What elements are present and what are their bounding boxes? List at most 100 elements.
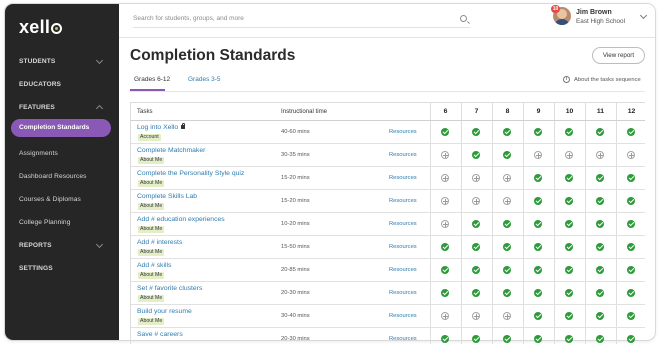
check-circle-icon[interactable]: [503, 151, 511, 159]
check-circle-icon[interactable]: [627, 266, 635, 274]
search-icon[interactable]: [460, 15, 467, 22]
check-circle-icon[interactable]: [472, 128, 480, 136]
check-circle-icon[interactable]: [565, 289, 573, 297]
check-circle-icon[interactable]: [472, 289, 480, 297]
chevron-up-icon[interactable]: [95, 104, 104, 113]
search-input[interactable]: Search for students, groups, and more: [133, 13, 470, 28]
task-link[interactable]: Complete Skills Lab: [137, 193, 197, 200]
resources-link[interactable]: Resources: [389, 244, 417, 250]
add-circle-icon[interactable]: [441, 312, 449, 320]
check-circle-icon[interactable]: [534, 174, 542, 182]
check-circle-icon[interactable]: [503, 266, 511, 274]
chevron-down-icon[interactable]: [95, 240, 104, 249]
add-circle-icon[interactable]: [503, 312, 511, 320]
xello-logo[interactable]: xell: [19, 17, 63, 38]
check-circle-icon[interactable]: [565, 243, 573, 251]
add-circle-icon[interactable]: [441, 220, 449, 228]
chevron-down-icon[interactable]: [95, 56, 104, 65]
check-circle-icon[interactable]: [534, 312, 542, 320]
resources-link[interactable]: Resources: [389, 267, 417, 273]
check-circle-icon[interactable]: [565, 128, 573, 136]
check-circle-icon[interactable]: [627, 243, 635, 251]
task-link[interactable]: Add # interests: [137, 239, 182, 246]
check-circle-icon[interactable]: [565, 197, 573, 205]
check-circle-icon[interactable]: [441, 128, 449, 136]
check-circle-icon[interactable]: [534, 128, 542, 136]
check-circle-icon[interactable]: [596, 266, 604, 274]
check-circle-icon[interactable]: [596, 128, 604, 136]
check-circle-icon[interactable]: [565, 174, 573, 182]
check-circle-icon[interactable]: [472, 220, 480, 228]
check-circle-icon[interactable]: [503, 289, 511, 297]
check-circle-icon[interactable]: [534, 243, 542, 251]
add-circle-icon[interactable]: [503, 197, 511, 205]
sidebar-item-educators[interactable]: EDUCATORS: [19, 81, 61, 88]
resources-link[interactable]: Resources: [389, 175, 417, 181]
check-circle-icon[interactable]: [565, 312, 573, 320]
resources-link[interactable]: Resources: [389, 313, 417, 319]
check-circle-icon[interactable]: [596, 289, 604, 297]
check-circle-icon[interactable]: [503, 335, 511, 343]
check-circle-icon[interactable]: [627, 220, 635, 228]
check-circle-icon[interactable]: [534, 335, 542, 343]
check-circle-icon[interactable]: [534, 197, 542, 205]
sidebar-item-assignments[interactable]: Assignments: [19, 150, 58, 157]
sidebar-item-settings[interactable]: SETTINGS: [19, 265, 53, 272]
resources-link[interactable]: Resources: [389, 290, 417, 296]
check-circle-icon[interactable]: [503, 243, 511, 251]
task-link[interactable]: Add # education experiences: [137, 216, 225, 223]
task-link[interactable]: Add # skills: [137, 262, 171, 269]
resources-link[interactable]: Resources: [389, 152, 417, 158]
check-circle-icon[interactable]: [596, 243, 604, 251]
add-circle-icon[interactable]: [472, 174, 480, 182]
info-icon[interactable]: i: [563, 76, 570, 83]
check-circle-icon[interactable]: [596, 312, 604, 320]
sidebar-item-courses-diplomas[interactable]: Courses & Diplomas: [19, 196, 81, 203]
check-circle-icon[interactable]: [534, 266, 542, 274]
check-circle-icon[interactable]: [472, 151, 480, 159]
check-circle-icon[interactable]: [472, 243, 480, 251]
check-circle-icon[interactable]: [534, 289, 542, 297]
check-circle-icon[interactable]: [441, 266, 449, 274]
check-circle-icon[interactable]: [441, 289, 449, 297]
sidebar-item-dashboard-resources[interactable]: Dashboard Resources: [19, 173, 87, 180]
check-circle-icon[interactable]: [596, 335, 604, 343]
task-link[interactable]: Complete Matchmaker: [137, 147, 205, 154]
sidebar-item-features[interactable]: FEATURES: [19, 104, 55, 111]
check-circle-icon[interactable]: [596, 197, 604, 205]
check-circle-icon[interactable]: [596, 220, 604, 228]
check-circle-icon[interactable]: [627, 174, 635, 182]
about-tasks-link[interactable]: About the tasks sequence: [574, 77, 641, 83]
check-circle-icon[interactable]: [565, 335, 573, 343]
check-circle-icon[interactable]: [503, 128, 511, 136]
check-circle-icon[interactable]: [565, 266, 573, 274]
task-link[interactable]: Set # favorite clusters: [137, 285, 202, 292]
check-circle-icon[interactable]: [472, 335, 480, 343]
add-circle-icon[interactable]: [534, 151, 542, 159]
add-circle-icon[interactable]: [565, 151, 573, 159]
add-circle-icon[interactable]: [596, 151, 604, 159]
add-circle-icon[interactable]: [503, 174, 511, 182]
resources-link[interactable]: Resources: [389, 198, 417, 204]
add-circle-icon[interactable]: [441, 174, 449, 182]
check-circle-icon[interactable]: [441, 335, 449, 343]
task-link[interactable]: Save # careers: [137, 331, 183, 338]
check-circle-icon[interactable]: [534, 220, 542, 228]
tab-grades-6-12[interactable]: Grades 6-12: [134, 76, 170, 83]
check-circle-icon[interactable]: [565, 220, 573, 228]
task-link[interactable]: Log into Xello: [137, 122, 186, 131]
sidebar-item-reports[interactable]: REPORTS: [19, 242, 52, 249]
check-circle-icon[interactable]: [472, 266, 480, 274]
resources-link[interactable]: Resources: [389, 221, 417, 227]
view-report-button[interactable]: View report: [592, 47, 645, 64]
resources-link[interactable]: Resources: [389, 129, 417, 135]
check-circle-icon[interactable]: [627, 128, 635, 136]
chevron-down-icon[interactable]: [639, 11, 648, 20]
check-circle-icon[interactable]: [627, 312, 635, 320]
user-name[interactable]: Jim Brown: [576, 9, 612, 16]
check-circle-icon[interactable]: [627, 197, 635, 205]
resources-link[interactable]: Resources: [389, 336, 417, 342]
add-circle-icon[interactable]: [441, 197, 449, 205]
check-circle-icon[interactable]: [503, 220, 511, 228]
sidebar-item-college-planning[interactable]: College Planning: [19, 219, 70, 226]
